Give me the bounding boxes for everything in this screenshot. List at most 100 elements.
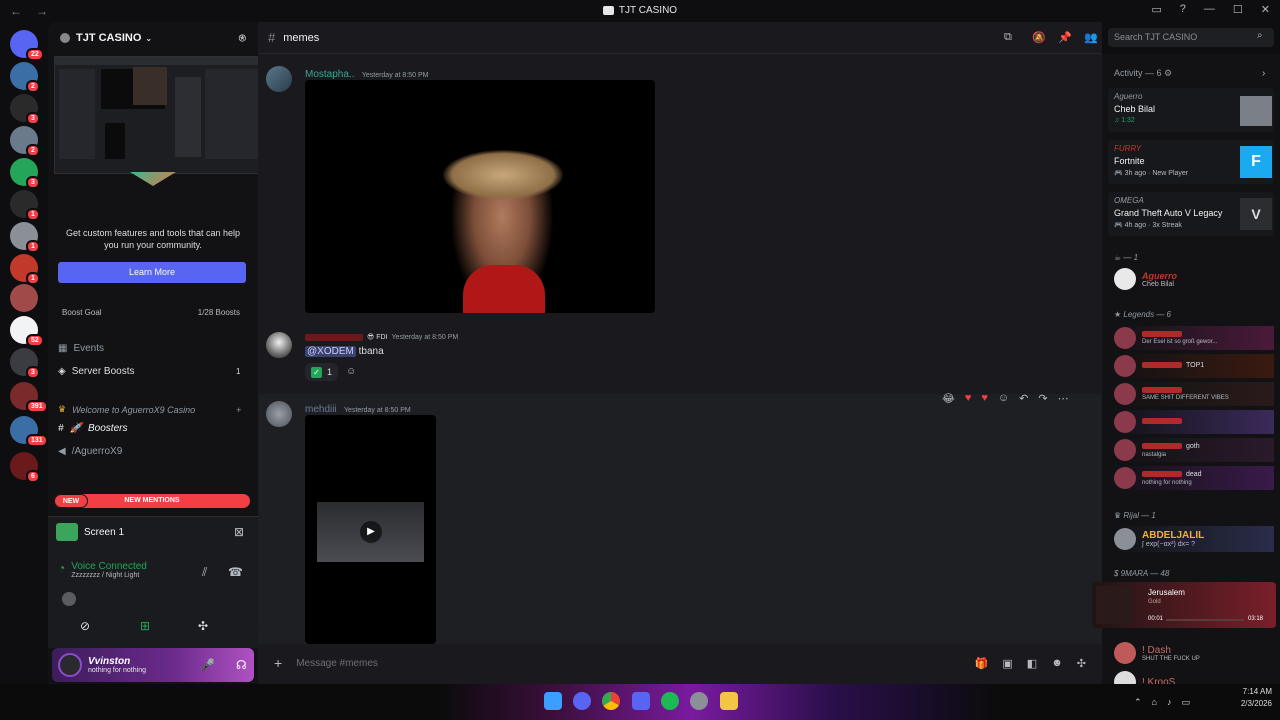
discord-taskbar-icon[interactable] (573, 692, 591, 710)
activities-icon[interactable]: ✣ (198, 619, 208, 633)
events-item[interactable]: ▦ Events (58, 343, 104, 354)
discord-app-taskbar-icon[interactable] (632, 692, 650, 710)
member-legend[interactable]: Der Esel ist so groß gewor... (1114, 326, 1274, 350)
member-abdeljalil[interactable]: ABDELJALIL ∫ exp(−αx²) dx= ? (1114, 526, 1274, 552)
member-dash[interactable]: ! Dash SHUT THE FUCK UP (1114, 642, 1200, 664)
maximize-icon[interactable]: ☐ (1233, 3, 1243, 16)
activity-card[interactable]: FURRY Fortnite 🎮 3h ago · New Player F (1108, 140, 1274, 184)
activity-card[interactable]: OMEGA Grand Theft Auto V Legacy 🎮 4h ago… (1108, 192, 1274, 236)
stream-preview[interactable] (54, 56, 266, 174)
user-avatar[interactable] (58, 653, 82, 677)
noise-suppression-icon[interactable]: ⫽ (202, 565, 207, 580)
headphones-icon[interactable]: ☊ (236, 658, 247, 672)
chevron-right-icon[interactable]: › (1262, 68, 1265, 79)
voice-status[interactable]: Voice Connected (71, 561, 147, 572)
sticker-icon[interactable]: ◧ (1027, 657, 1037, 670)
mute-icon[interactable]: 🔕 (1032, 31, 1046, 44)
message-avatar[interactable] (266, 332, 292, 358)
file-explorer-icon[interactable] (720, 692, 738, 710)
spotify-taskbar-icon[interactable] (661, 692, 679, 710)
system-tray[interactable]: ⌃ ⌂ ♪ ▭ (1134, 697, 1190, 708)
add-channel-icon[interactable]: + (236, 405, 241, 415)
message-author-redacted[interactable] (305, 333, 363, 341)
minimize-icon[interactable]: — (1204, 3, 1215, 16)
search-icon[interactable]: ⌕ (1257, 30, 1263, 41)
heart-check-reaction-icon[interactable]: ♥ (981, 392, 988, 404)
apps-icon[interactable]: ✣ (1077, 657, 1086, 670)
server-mention-badge: 3 (26, 112, 40, 125)
add-reaction-icon[interactable]: ☺ (998, 392, 1009, 404)
server-icon[interactable] (10, 284, 38, 312)
heart-reaction-icon[interactable]: ♥ (965, 392, 972, 404)
share-screen-icon[interactable]: ⊞ (140, 619, 150, 633)
learn-more-button[interactable]: Learn More (58, 262, 246, 283)
play-icon[interactable]: ▶ (360, 521, 382, 543)
message-input[interactable]: Message #memes (296, 658, 378, 669)
pin-icon[interactable]: 📌 (1058, 31, 1072, 44)
channel-boosters[interactable]: # 🚀 Boosters (58, 423, 127, 434)
voice-panel: Screen 1 ⊠ ◔ Voice Connected Zzzzzzzz / … (48, 516, 267, 648)
reply-icon[interactable]: ↶ (1019, 392, 1028, 405)
network-icon[interactable]: ⌂ (1152, 697, 1157, 708)
battery-icon[interactable]: ▭ (1181, 697, 1190, 708)
reaction-check[interactable]: ✓ 1 (305, 363, 339, 381)
search-input[interactable]: Search TJT CASINO (1108, 28, 1274, 47)
close-screen-icon[interactable]: ⊠ (234, 525, 244, 539)
activity-card[interactable]: Aguerro Cheb Bilal ♫ 1:32 (1108, 88, 1274, 132)
music-progress[interactable] (1166, 619, 1244, 621)
emoji-icon[interactable]: ☻ (1051, 657, 1063, 670)
events-label: Events (73, 343, 105, 354)
member-status: nothing for nothing (1142, 479, 1192, 486)
chevron-up-icon[interactable]: ⌃ (1134, 697, 1142, 708)
member-legend[interactable]: TOP1 (1114, 354, 1274, 378)
server-icon (60, 33, 70, 43)
message-avatar[interactable] (266, 401, 292, 427)
boost-goal[interactable]: Boost Goal 1/28 Boosts (56, 302, 246, 322)
category-welcome[interactable]: ♛ Welcome to AguerroX9 Casino + (58, 404, 241, 415)
more-icon[interactable]: ⋯ (1058, 392, 1069, 405)
chrome-taskbar-icon[interactable] (602, 692, 620, 710)
clock[interactable]: 7:14 AM 2/3/2026 (1224, 687, 1272, 708)
add-member-icon[interactable]: ⍟ (239, 31, 246, 46)
add-attachment-icon[interactable]: + (274, 655, 282, 671)
disconnect-icon[interactable]: ☎ (228, 565, 243, 579)
server-boosts-item[interactable]: ◈ Server Boosts 1 (58, 366, 240, 377)
message-author[interactable]: mehdiii (305, 404, 337, 415)
member-list-icon[interactable]: 👥 (1084, 31, 1098, 44)
message-avatar[interactable] (266, 66, 292, 92)
add-reaction-icon[interactable]: ☺ (346, 366, 356, 377)
promo-text: Get custom features and tools that can h… (65, 228, 241, 250)
member-legend[interactable]: goth nastalgia (1114, 438, 1274, 462)
inbox-icon[interactable]: ▭ (1151, 3, 1161, 16)
message-video[interactable]: ▶ (305, 415, 436, 644)
music-widget[interactable]: Jerusalem Gold 00:01 03:18 (1092, 582, 1276, 628)
close-icon[interactable]: ✕ (1261, 3, 1270, 16)
server-header[interactable]: TJT CASINO ⌄ ⍟ (48, 22, 258, 54)
steam-taskbar-icon[interactable] (690, 692, 708, 710)
channel-voice[interactable]: ◀ /AguerroX9 (58, 446, 122, 457)
help-icon[interactable]: ? (1180, 3, 1186, 16)
member-aguerro[interactable]: Aguerro Cheb Bilal (1114, 268, 1177, 290)
camera-icon[interactable]: ⊘ (80, 619, 90, 633)
laugh-reaction-icon[interactable]: 😂 (942, 392, 955, 405)
gift-icon[interactable]: 🎁 (975, 657, 989, 670)
mic-icon[interactable]: 🎤 (200, 658, 215, 672)
windows-start-icon[interactable] (544, 692, 562, 710)
server-boosts-count: 1 (236, 367, 241, 376)
member-legend[interactable]: SAME SHIT DIFFERENT VIBES (1114, 382, 1274, 406)
gif-icon[interactable]: ▣ (1002, 657, 1012, 670)
activity-sub: 🎮 4h ago · 3x Streak (1114, 222, 1182, 229)
member-legend[interactable] (1114, 410, 1274, 434)
volume-icon[interactable]: ♪ (1167, 697, 1172, 708)
member-avatar (1114, 528, 1136, 550)
user-mention[interactable]: @XODEM (305, 346, 356, 357)
threads-icon[interactable]: ⧉ (1004, 31, 1012, 44)
message-author[interactable]: Mostapha.. (305, 69, 354, 80)
forward-message-icon[interactable]: ↷ (1038, 392, 1047, 405)
member-legend[interactable]: dead nothing for nothing (1114, 466, 1274, 490)
member-name: Aguerro (1142, 270, 1178, 281)
settings-gear-icon[interactable]: ⚙ (1164, 68, 1172, 78)
voice-user-avatar[interactable] (62, 592, 76, 606)
message-image[interactable] (305, 80, 655, 313)
member-avatar (1114, 439, 1136, 461)
